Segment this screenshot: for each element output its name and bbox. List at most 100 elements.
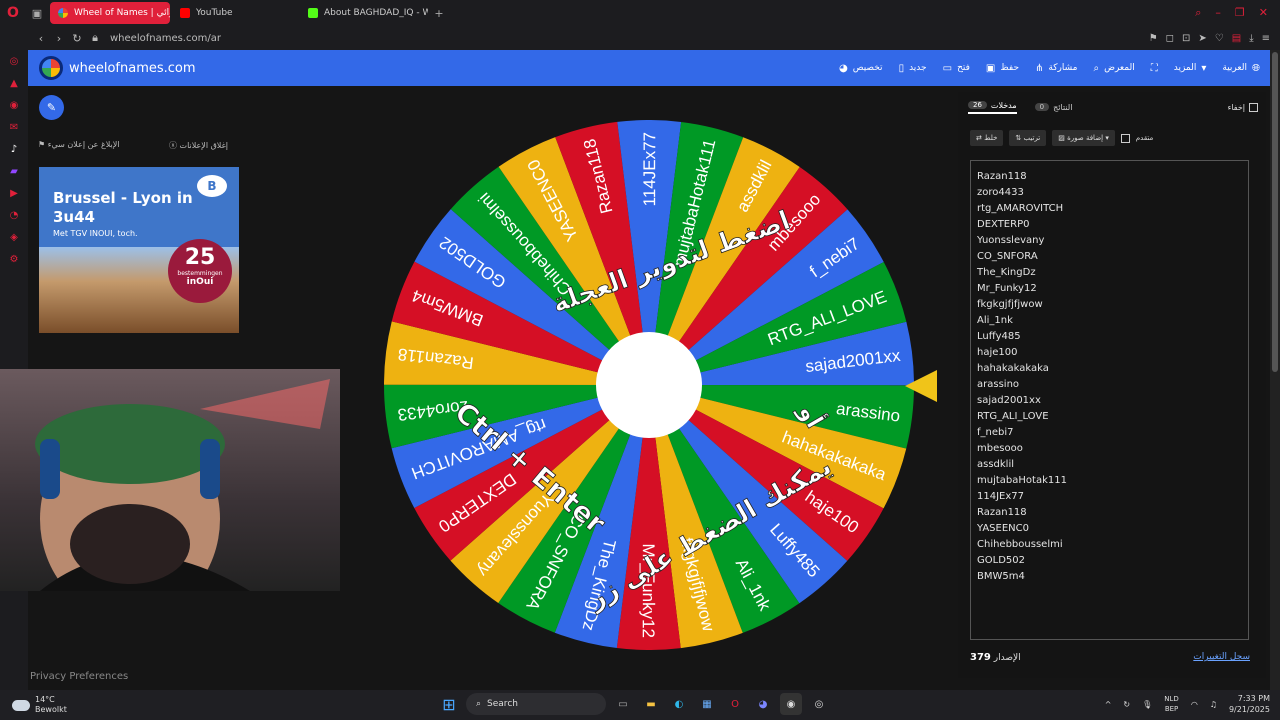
webcam-overlay bbox=[0, 369, 340, 591]
workspaces-icon[interactable]: ▣ bbox=[26, 7, 48, 20]
shuffle-button[interactable]: ⇄ خلط bbox=[970, 130, 1004, 146]
fullscreen-button[interactable]: ⛶ bbox=[1151, 63, 1158, 74]
tab-kick[interactable]: About BAGHDAD_IQ - Wa bbox=[300, 2, 428, 24]
site-brand[interactable]: wheelofnames.com bbox=[69, 61, 196, 76]
search-tabs-icon[interactable]: ⌕ bbox=[1195, 6, 1201, 20]
tiktok-icon[interactable]: ♪ bbox=[0, 138, 28, 160]
store-icon[interactable]: ▦ bbox=[696, 693, 718, 715]
extensions-icon[interactable]: ◈ bbox=[0, 226, 28, 248]
maximize-icon[interactable]: ❐ bbox=[1235, 6, 1245, 20]
tab-youtube[interactable]: YouTube bbox=[172, 2, 298, 24]
page-scrollbar[interactable] bbox=[1270, 50, 1280, 690]
wifi-icon[interactable]: ◠ bbox=[1191, 700, 1198, 709]
edit-pencil-button[interactable]: ✎ bbox=[39, 95, 64, 120]
heart-icon[interactable]: ♡ bbox=[1215, 33, 1224, 44]
menu-gallery[interactable]: ⌕ المعرض bbox=[1093, 63, 1134, 74]
discord-icon[interactable]: ◕ bbox=[752, 693, 774, 715]
tab-wheel-of-names[interactable]: Wheel of Names | عشوائي bbox=[50, 2, 170, 24]
vpn-icon[interactable]: ⊡ bbox=[1182, 33, 1190, 44]
menu-label: تخصيص bbox=[852, 63, 883, 73]
url-field[interactable]: wheelofnames.com/ar bbox=[110, 33, 221, 44]
search-icon: ⌕ bbox=[1093, 62, 1100, 74]
history-icon[interactable]: ◔ bbox=[0, 204, 28, 226]
date: 9/21/2025 bbox=[1228, 705, 1270, 714]
menu-share[interactable]: ⋔ مشاركة bbox=[1035, 63, 1077, 74]
sort-button[interactable]: ⇅ ترتيب bbox=[1009, 130, 1047, 146]
window-controls: ⌕ – ❐ ✕ bbox=[1195, 6, 1280, 20]
tab-results[interactable]: 0 النتائج bbox=[1034, 103, 1072, 112]
send-icon[interactable]: ➤ bbox=[1198, 33, 1206, 44]
advanced-checkbox[interactable] bbox=[1120, 133, 1130, 143]
tab-entries[interactable]: 26 مدخلات bbox=[968, 101, 1017, 114]
report-ad-link[interactable]: ⚑ الإبلاغ عن إعلان سيء bbox=[38, 140, 120, 151]
wheel-container[interactable]: sajad2001xx arassino hahakakakaka haje100 Lu… bbox=[384, 120, 915, 651]
menu-open[interactable]: ▭ فتح bbox=[943, 63, 970, 74]
aria-icon[interactable]: ◎ bbox=[0, 50, 28, 72]
mail-icon[interactable]: ✉ bbox=[0, 116, 28, 138]
close-icon[interactable]: ✕ bbox=[1259, 6, 1268, 20]
settings-icon[interactable]: ⚙ bbox=[0, 248, 28, 270]
volume-icon[interactable]: ♫ bbox=[1210, 700, 1217, 709]
entry-line: arassino bbox=[977, 379, 1020, 390]
changelog-link[interactable]: سجل التغييرات bbox=[1193, 652, 1250, 663]
hide-checkbox[interactable] bbox=[1249, 102, 1258, 112]
address-bar: ‹ › ↻ 🔒︎ wheelofnames.com/ar ⚑ ◻ ⊡ ➤ ♡ ▤… bbox=[0, 26, 1280, 50]
clock[interactable]: 7:33 PM 9/21/2025 bbox=[1229, 693, 1270, 715]
hide-toggle[interactable]: إخفاء bbox=[1228, 102, 1258, 112]
menu-save[interactable]: ▣ حفظ bbox=[986, 63, 1019, 74]
lang-code: NLD bbox=[1164, 695, 1179, 703]
task-view-icon[interactable]: ▭ bbox=[612, 693, 634, 715]
save-icon: ▣ bbox=[985, 62, 996, 74]
sync-icon[interactable]: ↻ bbox=[1123, 700, 1130, 709]
search-icon: ⌕ bbox=[476, 699, 482, 709]
minimize-icon[interactable]: – bbox=[1215, 6, 1221, 20]
easy-setup-icon[interactable]: ▤ bbox=[1232, 33, 1241, 44]
close-ads-link[interactable]: ⓧ إغلاق الإعلانات bbox=[169, 140, 228, 151]
chrome-icon[interactable]: ◉ bbox=[780, 693, 802, 715]
entry-line: rtg_AMAROVITCH bbox=[977, 203, 1064, 214]
bag-icon[interactable]: ▲ bbox=[0, 72, 28, 94]
menu-new[interactable]: ▯ جديد bbox=[899, 63, 927, 74]
wheel-center[interactable] bbox=[596, 332, 702, 438]
advertisement[interactable]: Brussel - Lyon in 3u44 Met TGV INOUI, to… bbox=[39, 167, 239, 333]
weather-widget[interactable]: 14°C Bewolkt bbox=[12, 695, 67, 715]
snapshot-icon[interactable]: ◻ bbox=[1166, 33, 1174, 44]
wheel-logo-icon[interactable] bbox=[39, 56, 63, 80]
opera-taskbar-icon[interactable]: O bbox=[724, 693, 746, 715]
bookmark-icon[interactable]: ⚑ bbox=[1149, 33, 1158, 44]
back-icon[interactable]: ‹ bbox=[32, 32, 50, 45]
new-tab-button[interactable]: + bbox=[428, 7, 450, 20]
menu-label: فتح bbox=[957, 63, 970, 73]
microphone-icon[interactable]: 🎙︎ bbox=[1142, 700, 1152, 709]
close-ads-label: إغلاق الإعلانات bbox=[179, 141, 228, 150]
menu-language[interactable]: العربية 🌐︎ bbox=[1222, 63, 1260, 74]
add-image-dropdown[interactable]: ▨ إضافة صورة ▾ bbox=[1052, 130, 1115, 146]
taskbar-search[interactable]: ⌕ Search bbox=[466, 693, 606, 715]
edge-icon[interactable]: ◐ bbox=[668, 693, 690, 715]
menu-customize[interactable]: ◕ تخصيص bbox=[839, 63, 883, 74]
download-icon[interactable]: ⤓ bbox=[1249, 33, 1253, 44]
menu-icon[interactable]: ≡ bbox=[1262, 33, 1270, 44]
spinning-wheel[interactable]: sajad2001xxarassinohahakakakakahaje100Lu… bbox=[384, 120, 915, 651]
language-indicator[interactable]: NLD BEP bbox=[1164, 694, 1179, 714]
globe-icon: 🌐︎ bbox=[1252, 62, 1260, 74]
entries-textarea[interactable]: Razan118 zoro4433 rtg_AMAROVITCH DEXTERP0 Yu… bbox=[970, 160, 1249, 640]
scrollbar-thumb[interactable] bbox=[1272, 52, 1278, 372]
chevron-up-icon[interactable]: ^ bbox=[1105, 700, 1112, 709]
player-icon[interactable]: ▶ bbox=[0, 182, 28, 204]
windows-taskbar: 14°C Bewolkt ⊞ ⌕ Search ▭ ▬ ◐ ▦ O ◕ ◉ ◎ ^ … bbox=[0, 690, 1280, 720]
file-explorer-icon[interactable]: ▬ bbox=[640, 693, 662, 715]
pencil-icon: ✎ bbox=[46, 101, 57, 114]
twitch-icon[interactable]: ▰ bbox=[0, 160, 28, 182]
temperature: 14°C bbox=[35, 695, 55, 704]
ad-title: Brussel - Lyon in 3u44 bbox=[53, 189, 193, 226]
opera-logo-icon[interactable]: O bbox=[0, 0, 26, 26]
messenger-icon[interactable]: ◉ bbox=[0, 94, 28, 116]
privacy-preferences-link[interactable]: Privacy Preferences bbox=[30, 671, 128, 682]
windows-start-icon[interactable]: ⊞ bbox=[438, 693, 460, 715]
menu-more[interactable]: المزيد ▾ bbox=[1174, 63, 1207, 74]
obs-icon[interactable]: ◎ bbox=[808, 693, 830, 715]
forward-icon[interactable]: › bbox=[50, 32, 68, 45]
reload-icon[interactable]: ↻ bbox=[68, 32, 86, 45]
add-image-label: إضافة صورة bbox=[1067, 134, 1104, 142]
